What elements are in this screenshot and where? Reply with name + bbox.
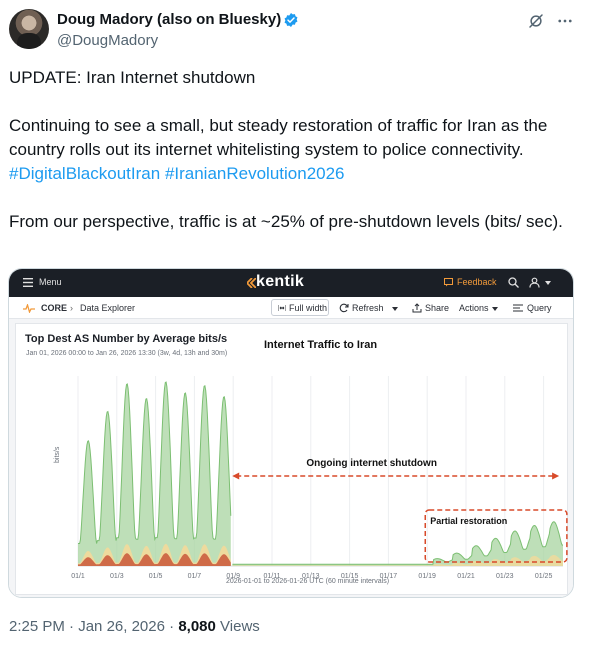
- tweet-image[interactable]: Menu kentik Feedback CORE › Data Explore…: [8, 268, 574, 598]
- grok-icon[interactable]: [527, 12, 545, 30]
- views-count: 8,080: [178, 618, 216, 635]
- refresh-button[interactable]: Refresh: [352, 303, 384, 313]
- breadcrumb-separator: ›: [70, 303, 73, 313]
- shutdown-annotation-label: Ongoing internet shutdown: [306, 458, 437, 469]
- query-icon[interactable]: [513, 303, 523, 313]
- x-tick-label: 01/15: [341, 573, 359, 580]
- tweet-text: UPDATE: Iran Internet shutdown Continuin…: [9, 66, 584, 234]
- query-button[interactable]: Query: [527, 303, 552, 313]
- tweet-time: 2:25 PM: [9, 618, 65, 635]
- share-button[interactable]: Share: [425, 303, 449, 313]
- x-tick-label: 01/19: [418, 573, 436, 580]
- x-tick-label: 01/21: [457, 573, 475, 580]
- menu-label[interactable]: Menu: [39, 277, 62, 287]
- pulse-icon: [23, 304, 35, 313]
- x-tick-label: 01/3: [110, 573, 124, 580]
- kentik-logo-icon: [247, 278, 256, 288]
- tweet-paragraph-3: From our perspective, traffic is at ~25%…: [9, 212, 563, 231]
- chart-area: Top Dest AS Number by Average bits/s Jan…: [9, 319, 573, 597]
- verified-badge-icon: [284, 13, 298, 27]
- restoration-annotation-label: Partial restoration: [430, 516, 507, 526]
- kentik-logo: kentik: [256, 273, 305, 290]
- x-tick-label: 01/17: [380, 573, 398, 580]
- tweet-date: Jan 26, 2026: [78, 618, 165, 635]
- hashtag-link[interactable]: #DigitalBlackoutIran: [9, 164, 160, 183]
- x-tick-label: 01/11: [264, 573, 281, 580]
- tweet: Doug Madory (also on Bluesky) @DougMador…: [0, 0, 605, 646]
- chart-panel: Top Dest AS Number by Average bits/s Jan…: [15, 323, 568, 595]
- x-tick-label: 01/25: [535, 573, 553, 580]
- x-tick-label: 01/5: [149, 573, 163, 580]
- share-icon[interactable]: [412, 303, 422, 313]
- expand-icon: [278, 305, 286, 311]
- author-name[interactable]: Doug Madory (also on Bluesky): [57, 11, 281, 28]
- feedback-icon[interactable]: [444, 278, 453, 287]
- hashtag-link[interactable]: #IranianRevolution2026: [165, 164, 345, 183]
- chevron-down-icon[interactable]: [392, 307, 398, 311]
- kentik-toolbar: CORE › Data Explorer Full width Refresh …: [9, 297, 573, 319]
- shutdown-arrow-head-right: [552, 472, 560, 480]
- author-avatar[interactable]: [9, 9, 49, 49]
- tweet-timestamp[interactable]: 2:25 PM · Jan 26, 2026 · 8,080 Views: [9, 618, 260, 635]
- search-icon[interactable]: [508, 277, 519, 288]
- more-options-icon[interactable]: [556, 12, 574, 30]
- tweet-paragraph-2: Continuing to see a small, but steady re…: [9, 116, 548, 183]
- x-tick-label: 01/1: [71, 573, 85, 580]
- author-handle[interactable]: @DougMadory: [57, 32, 158, 49]
- traffic-chart: 01/1 01/3 01/5 01/7 01/9 01/11 01/13 01/15 01/17…: [71, 376, 568, 580]
- feedback-button[interactable]: Feedback: [457, 277, 497, 287]
- breadcrumb-core[interactable]: CORE: [41, 303, 67, 313]
- full-width-button[interactable]: Full width: [271, 299, 329, 316]
- x-tick-label: 01/7: [188, 573, 202, 580]
- tweet-line-1: UPDATE: Iran Internet shutdown: [9, 68, 256, 87]
- user-icon[interactable]: [529, 277, 540, 288]
- hamburger-menu-icon[interactable]: [23, 278, 33, 287]
- x-tick-label: 01/13: [302, 573, 320, 580]
- x-tick-label: 01/9: [226, 573, 240, 580]
- chevron-down-icon[interactable]: [492, 307, 498, 311]
- actions-button[interactable]: Actions: [459, 303, 489, 313]
- views-label: Views: [220, 618, 260, 635]
- chevron-down-icon[interactable]: [545, 281, 551, 285]
- x-tick-label: 01/23: [496, 573, 514, 580]
- kentik-top-bar: Menu kentik Feedback: [9, 269, 573, 297]
- full-width-label: Full width: [289, 303, 328, 313]
- refresh-icon[interactable]: [339, 303, 349, 313]
- breadcrumb-data-explorer[interactable]: Data Explorer: [80, 303, 135, 313]
